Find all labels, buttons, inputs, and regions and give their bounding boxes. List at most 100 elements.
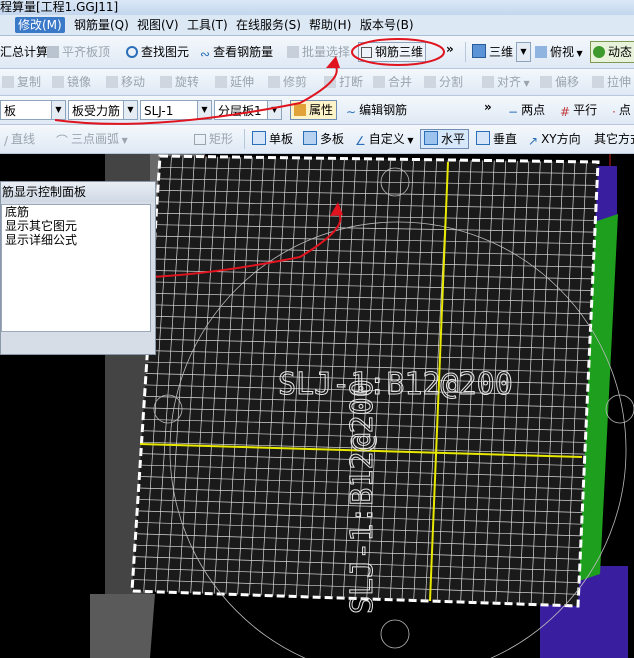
properties-icon xyxy=(294,104,306,116)
layer-select-value: 分层板1 xyxy=(218,104,262,118)
cube-icon xyxy=(472,44,486,58)
rebar-3d-button[interactable]: 钢筋三维 xyxy=(358,42,427,62)
toolbar1-overflow-button[interactable]: » xyxy=(446,39,454,59)
mirror-label: 镜像 xyxy=(67,75,92,89)
chevron-down-icon: ▼ xyxy=(267,101,281,119)
break-label: 打断 xyxy=(339,75,364,89)
top-view-button[interactable]: 俯视 ▼ xyxy=(535,42,583,62)
move-button[interactable]: 移动 xyxy=(106,72,145,92)
panel-item-show-other-elements[interactable]: 显示其它图元 xyxy=(2,219,150,233)
extend-label: 延伸 xyxy=(230,75,255,89)
extend-button[interactable]: 延伸 xyxy=(215,72,254,92)
break-button[interactable]: 打断 xyxy=(324,72,363,92)
chevron-down-icon: ▼ xyxy=(51,101,65,119)
parallel-label: 平行 xyxy=(573,103,598,117)
view-3d-button[interactable]: 三维 xyxy=(472,42,513,62)
rectangle-button[interactable]: 矩形 xyxy=(194,129,233,149)
single-slab-label: 单板 xyxy=(269,132,294,146)
other-methods-label: 其它方式 xyxy=(594,132,634,146)
align-slab-top-button[interactable]: 平齐板顶 xyxy=(47,42,110,62)
menu-modify[interactable]: 修改(M) xyxy=(15,17,65,33)
parallel-button[interactable]: # 平行 xyxy=(560,100,597,120)
move-label: 移动 xyxy=(121,75,146,89)
panel-title[interactable]: 筋显示控制面板 xyxy=(1,182,155,202)
rotate-button[interactable]: 旋转 xyxy=(160,72,199,92)
find-element-button[interactable]: 查找图元 xyxy=(126,42,189,62)
menu-help[interactable]: 帮助(H) xyxy=(306,17,354,33)
toolbar3-overflow-button[interactable]: » xyxy=(484,97,492,117)
multi-slab-button[interactable]: 多板 xyxy=(303,129,344,149)
horizontal-button[interactable]: 水平 xyxy=(420,129,470,149)
line-button[interactable]: ∕ 直线 xyxy=(4,129,35,149)
copy-button[interactable]: 复制 xyxy=(2,72,41,92)
floor-select[interactable]: 板 ▼ xyxy=(0,100,66,120)
properties-label: 属性 xyxy=(309,103,334,117)
batch-select-label: 批量选择 xyxy=(302,45,351,59)
three-point-arc-button[interactable]: ⌒ 三点画弧 ▼ xyxy=(56,129,128,149)
floor-select-value: 板 xyxy=(4,104,17,118)
offset-button[interactable]: 偏移 xyxy=(540,72,579,92)
rebar-display-panel: 筋显示控制面板 底筋 显示其它图元 显示详细公式 xyxy=(0,181,156,355)
batch-select-button[interactable]: 批量选择 xyxy=(287,42,350,62)
menu-view[interactable]: 视图(V) xyxy=(134,17,182,33)
single-slab-button[interactable]: 单板 xyxy=(252,129,293,149)
stretch-label: 拉伸 xyxy=(607,75,632,89)
stretch-icon xyxy=(592,76,604,88)
split-button[interactable]: 分割 xyxy=(424,72,463,92)
chevron-down-icon: ▼ xyxy=(197,101,211,119)
rotate-label: 旋转 xyxy=(175,75,200,89)
horizontal-icon xyxy=(424,131,438,145)
type-select-value: 板受力筋 xyxy=(72,104,121,118)
vertical-button[interactable]: 垂直 xyxy=(476,129,517,149)
panel-list: 底筋 显示其它图元 显示详细公式 xyxy=(1,204,151,332)
point-button[interactable]: ⋅ 点 xyxy=(612,100,631,120)
custom-button[interactable]: ∠ 自定义 ▼ xyxy=(355,129,413,149)
split-icon xyxy=(424,76,436,88)
summary-calc-button[interactable]: 汇总计算 xyxy=(0,42,48,62)
panel-item-bottom-rebar[interactable]: 底筋 xyxy=(2,205,150,219)
view-3d-dropdown[interactable]: ▼ xyxy=(516,42,531,62)
trim-label: 修剪 xyxy=(283,75,308,89)
align-button[interactable]: 对齐 ▼ xyxy=(482,72,530,92)
title-bar: 程算量[工程1.GGJ11] xyxy=(0,0,634,15)
mirror-button[interactable]: 镜像 xyxy=(52,72,91,92)
dynamic-observe-icon xyxy=(593,46,605,58)
align-slab-top-label: 平齐板顶 xyxy=(62,45,111,59)
copy-label: 复制 xyxy=(17,75,42,89)
dynamic-observe-button[interactable]: 动态 xyxy=(590,41,634,63)
menu-tools[interactable]: 工具(T) xyxy=(184,17,231,33)
vertical-label: 垂直 xyxy=(493,132,518,146)
align-icon xyxy=(47,46,59,58)
component-toolbar: 板 ▼ 板受力筋 ▼ SLJ-1 ▼ 分层板1 ▼ 属性 ∼ 编辑钢筋 » − 两点 # 平行… xyxy=(0,96,634,125)
split-label: 分割 xyxy=(439,75,464,89)
offset-label: 偏移 xyxy=(555,75,580,89)
edit-rebar-button[interactable]: ∼ 编辑钢筋 xyxy=(346,100,407,120)
menu-online-service[interactable]: 在线服务(S) xyxy=(233,17,304,33)
view-rebar-qty-button[interactable]: ∾ 查看钢筋量 xyxy=(200,42,273,62)
properties-button[interactable]: 属性 xyxy=(290,100,338,120)
vertical-rebar-label: SLJ-1:B12@200 xyxy=(345,379,380,614)
type-select[interactable]: 板受力筋 ▼ xyxy=(68,100,138,120)
merge-label: 合并 xyxy=(388,75,413,89)
rebar-3d-label: 钢筋三维 xyxy=(375,45,424,59)
name-select[interactable]: SLJ-1 ▼ xyxy=(140,100,212,120)
menu-rebar-qty[interactable]: 钢筋量(Q) xyxy=(71,17,132,33)
trim-button[interactable]: 修剪 xyxy=(268,72,307,92)
panel-item-show-detail-formula[interactable]: 显示详细公式 xyxy=(2,233,150,247)
xy-direction-button[interactable]: ↗ XY方向 xyxy=(528,129,581,149)
point-icon: ⋅ xyxy=(612,105,616,119)
other-methods-button[interactable]: 其它方式 xyxy=(594,129,634,149)
menu-version[interactable]: 版本号(B) xyxy=(357,17,417,33)
merge-icon xyxy=(373,76,385,88)
merge-button[interactable]: 合并 xyxy=(373,72,412,92)
two-points-button[interactable]: − 两点 xyxy=(508,100,545,120)
layer-select[interactable]: 分层板1 ▼ xyxy=(214,100,282,120)
draw-toolbar: ∕ 直线 ⌒ 三点画弧 ▼ 矩形 单板 多板 ∠ 自定义 ▼ 水平 垂直 ↗ XY方向 … xyxy=(0,125,634,154)
stretch-button[interactable]: 拉伸 xyxy=(592,72,631,92)
parallel-icon: # xyxy=(560,105,571,119)
rectangle-icon xyxy=(194,134,206,145)
top-view-label: 俯视 xyxy=(550,45,575,59)
rebar-qty-icon: ∾ xyxy=(200,47,211,61)
xy-direction-icon: ↗ xyxy=(528,134,539,148)
edit-rebar-icon: ∼ xyxy=(346,105,357,119)
